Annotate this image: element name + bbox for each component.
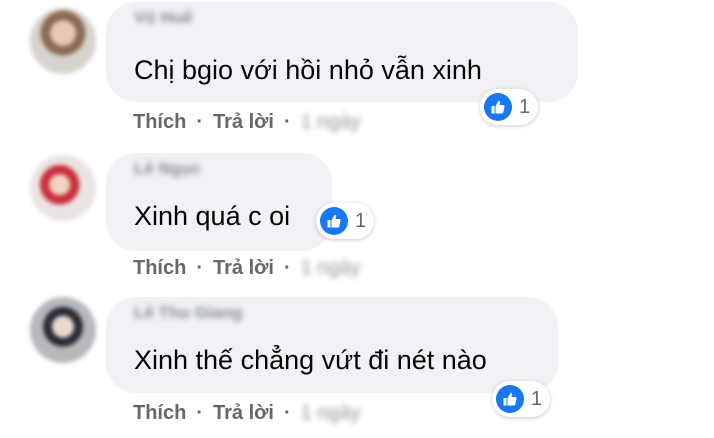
like-button[interactable]: Thích [133, 257, 186, 280]
avatar[interactable] [30, 297, 96, 363]
comment-timestamp[interactable]: 1 ngày [301, 402, 361, 425]
reaction-count: 1 [355, 209, 367, 232]
like-button[interactable]: Thích [133, 402, 186, 425]
comment-bubble: Lê Ngọc Xinh quá c oi [106, 153, 332, 251]
comment-actions: Thích · Trả lời · 1 ngày [133, 257, 361, 280]
thumbs-up-icon [484, 93, 512, 121]
like-button[interactable]: Thích [133, 111, 186, 134]
reaction-badge[interactable]: 1 [480, 89, 539, 125]
comment-bubble: Vũ Huế Chị bgio với hồi nhỏ vẫn xinh [106, 2, 578, 102]
comment-actions: Thích · Trả lời · 1 ngày [133, 111, 361, 134]
reply-button[interactable]: Trả lời [213, 402, 274, 425]
comment-timestamp[interactable]: 1 ngày [301, 257, 361, 280]
separator: · [283, 257, 291, 279]
separator: · [283, 402, 291, 424]
reply-button[interactable]: Trả lời [213, 111, 274, 134]
reaction-badge[interactable]: 1 [492, 381, 551, 417]
thumbs-up-icon [320, 207, 348, 235]
separator: · [196, 257, 204, 279]
reaction-badge[interactable]: 1 [316, 203, 375, 239]
comment-bubble: Lê Thu Giang Xinh thế chẳng vứt đi nét n… [106, 297, 558, 393]
comment-author[interactable]: Lê Thu Giang [134, 303, 243, 323]
comment-text: Chị bgio với hồi nhỏ vẫn xinh [134, 55, 482, 85]
avatar[interactable] [30, 8, 96, 74]
comment-timestamp[interactable]: 1 ngày [301, 111, 361, 134]
comment-author[interactable]: Vũ Huế [134, 8, 193, 28]
comment-author[interactable]: Lê Ngọc [134, 159, 201, 179]
thumbs-up-icon [496, 385, 524, 413]
reaction-count: 1 [531, 387, 543, 410]
separator: · [196, 402, 204, 424]
avatar[interactable] [30, 155, 96, 221]
separator: · [283, 111, 291, 133]
reply-button[interactable]: Trả lời [213, 257, 274, 280]
reaction-count: 1 [519, 95, 531, 118]
comment-text: Xinh quá c oi [134, 201, 291, 231]
comment-actions: Thích · Trả lời · 1 ngày [133, 402, 361, 425]
comment-text: Xinh thế chẳng vứt đi nét nào [134, 345, 487, 375]
separator: · [196, 111, 204, 133]
